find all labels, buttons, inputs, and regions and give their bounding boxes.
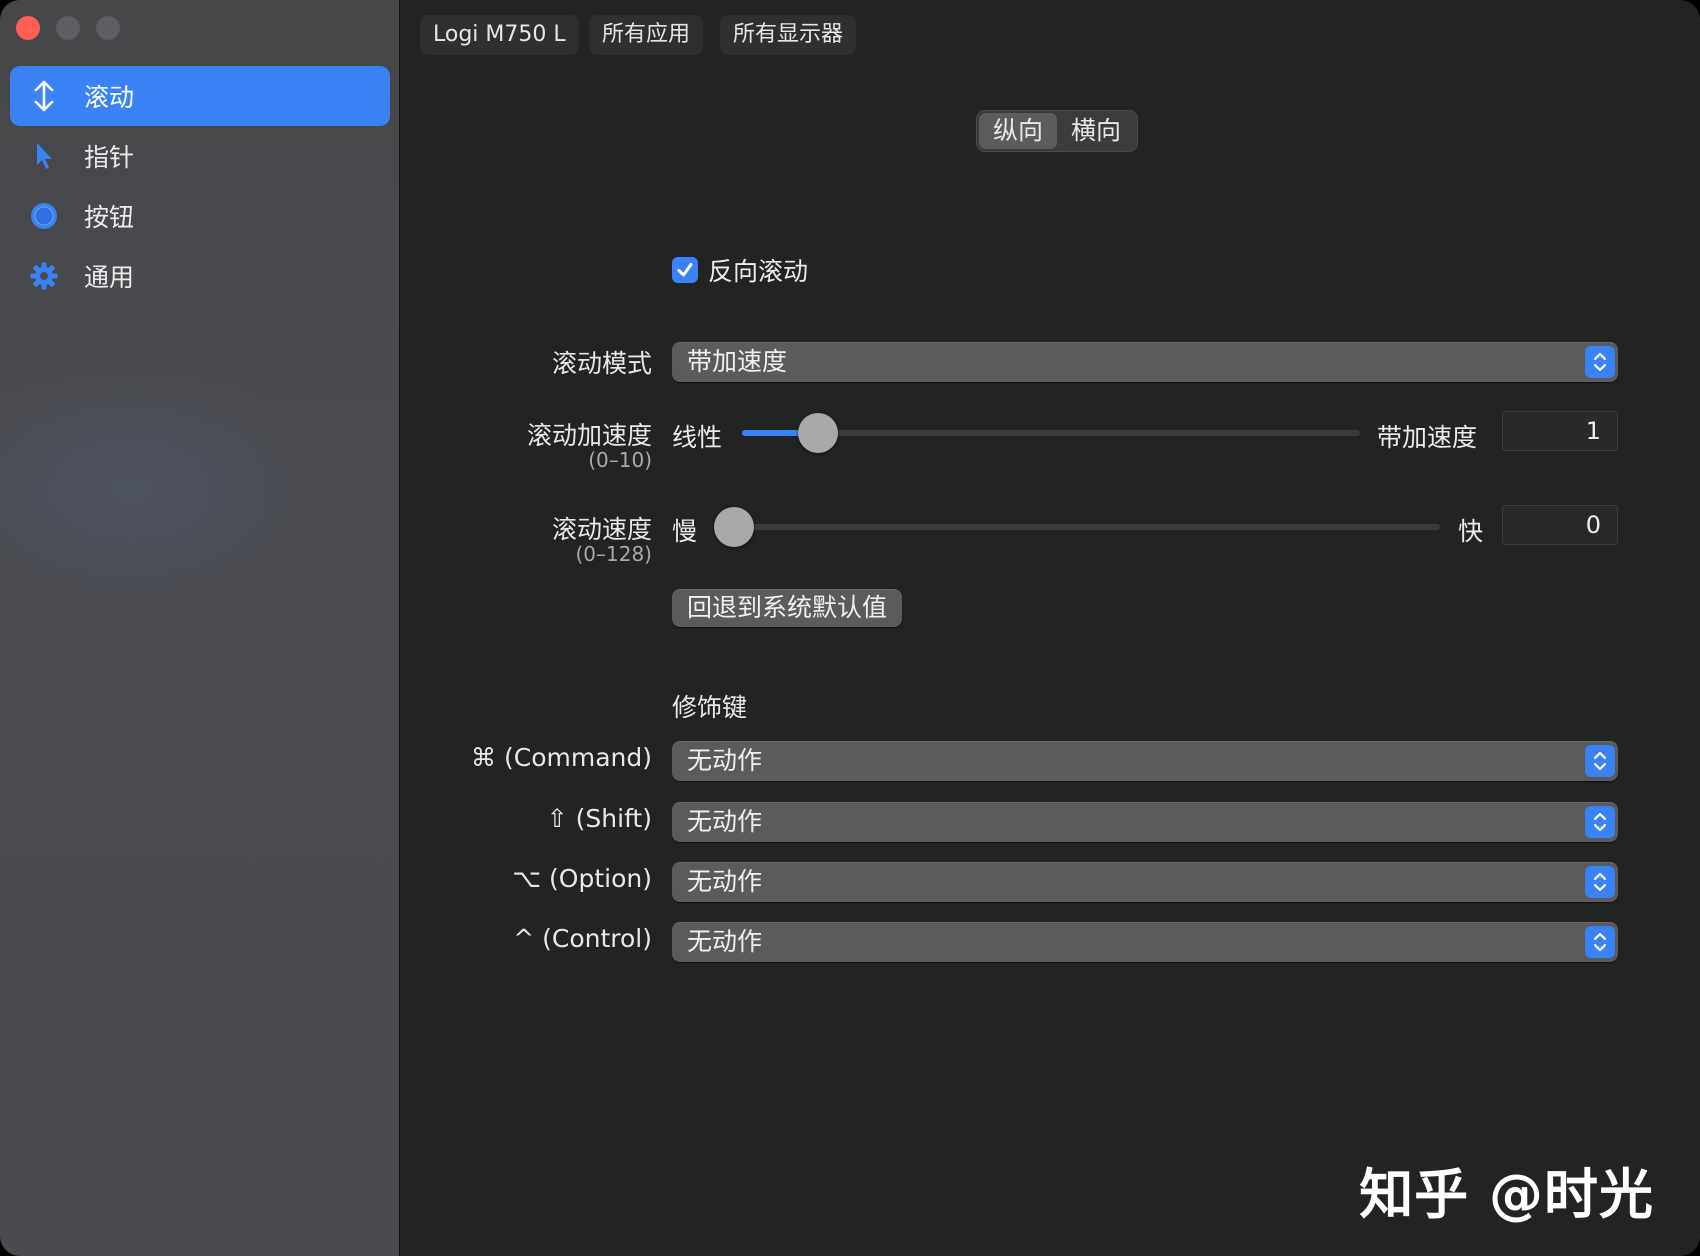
pointer-icon — [22, 134, 66, 178]
modifier-shift-popup[interactable]: 无动作 — [672, 802, 1618, 842]
window-controls — [16, 16, 120, 40]
modifier-option-popup[interactable]: 无动作 — [672, 862, 1618, 902]
scroll-mode-value: 带加速度 — [687, 347, 788, 376]
speed-slider-knob[interactable] — [714, 507, 754, 547]
sidebar-item-general[interactable]: 通用 — [10, 246, 390, 306]
chevron-updown-icon — [1585, 866, 1615, 898]
chevron-updown-icon — [1585, 745, 1615, 777]
checkmark-icon — [677, 263, 693, 277]
scroll-mode-label: 滚动模式 — [551, 349, 652, 378]
modifier-shift-label: ⇧ (Shift) — [546, 804, 652, 833]
speed-range: (0–128) — [575, 542, 652, 566]
apps-tab[interactable]: 所有应用 — [589, 15, 704, 55]
scroll-mode-popup[interactable]: 带加速度 — [672, 342, 1618, 382]
speed-max-label: 快 — [1458, 517, 1484, 546]
modifier-command-label: ⌘ (Command) — [471, 743, 652, 772]
speed-value-field[interactable]: 0 — [1502, 505, 1618, 545]
sidebar-nav: 滚动 指针 按钮 通用 — [10, 66, 390, 306]
speed-slider-track[interactable] — [714, 524, 1440, 530]
acceleration-value-field[interactable]: 1 — [1502, 411, 1618, 451]
modifier-control-value: 无动作 — [687, 927, 763, 956]
sidebar-item-label: 按钮 — [84, 203, 135, 232]
speed-label: 滚动速度 — [551, 515, 652, 544]
segment-vertical[interactable]: 纵向 — [979, 113, 1057, 149]
displays-tab[interactable]: 所有显示器 — [720, 15, 857, 55]
acceleration-range: (0–10) — [588, 448, 652, 472]
reverse-scroll-label: 反向滚动 — [708, 257, 809, 286]
chevron-updown-icon — [1585, 926, 1615, 958]
modifiers-heading: 修饰键 — [672, 693, 748, 722]
button-circle-icon — [22, 194, 66, 238]
sidebar: 滚动 指针 按钮 通用 — [0, 0, 400, 1256]
watermark: 知乎 @时光 — [1359, 1163, 1654, 1226]
main-panel — [400, 0, 1700, 1256]
modifier-control-popup[interactable]: 无动作 — [672, 922, 1618, 962]
modifier-shift-value: 无动作 — [687, 807, 763, 836]
modifier-option-label: ⌥ (Option) — [512, 864, 652, 893]
chevron-updown-icon — [1585, 806, 1615, 838]
reverse-scroll-row: 反向滚动 — [672, 252, 808, 288]
sidebar-item-scroll[interactable]: 滚动 — [10, 66, 390, 126]
speed-min-label: 慢 — [672, 517, 698, 546]
orientation-segmented-control: 纵向 横向 — [976, 110, 1138, 152]
modifier-command-value: 无动作 — [687, 746, 763, 775]
acceleration-slider-knob[interactable] — [798, 413, 838, 453]
reverse-scroll-checkbox[interactable] — [672, 257, 698, 283]
acceleration-label: 滚动加速度 — [526, 421, 652, 450]
device-tab[interactable]: Logi M750 L — [420, 15, 579, 55]
modifier-control-label: ^ (Control) — [513, 924, 652, 953]
sidebar-item-buttons[interactable]: 按钮 — [10, 186, 390, 246]
sidebar-item-label: 指针 — [84, 143, 135, 172]
sidebar-item-label: 滚动 — [84, 83, 135, 112]
close-button[interactable] — [16, 16, 40, 40]
zoom-button[interactable] — [96, 16, 120, 40]
app-window: 滚动 指针 按钮 通用 Logi M750 L 所有应用 所有显示器 纵向 横向… — [0, 0, 1700, 1256]
acceleration-max-label: 带加速度 — [1377, 423, 1478, 452]
reset-defaults-button[interactable]: 回退到系统默认值 — [672, 589, 903, 627]
scroll-arrows-icon — [22, 74, 66, 118]
acceleration-min-label: 线性 — [672, 423, 723, 452]
chevron-updown-icon — [1585, 346, 1615, 378]
gear-icon — [22, 254, 66, 298]
sidebar-item-label: 通用 — [84, 263, 135, 292]
segment-horizontal[interactable]: 横向 — [1057, 113, 1135, 149]
sidebar-item-pointer[interactable]: 指针 — [10, 126, 390, 186]
modifier-option-value: 无动作 — [687, 867, 763, 896]
minimize-button[interactable] — [56, 16, 80, 40]
modifier-command-popup[interactable]: 无动作 — [672, 741, 1618, 781]
